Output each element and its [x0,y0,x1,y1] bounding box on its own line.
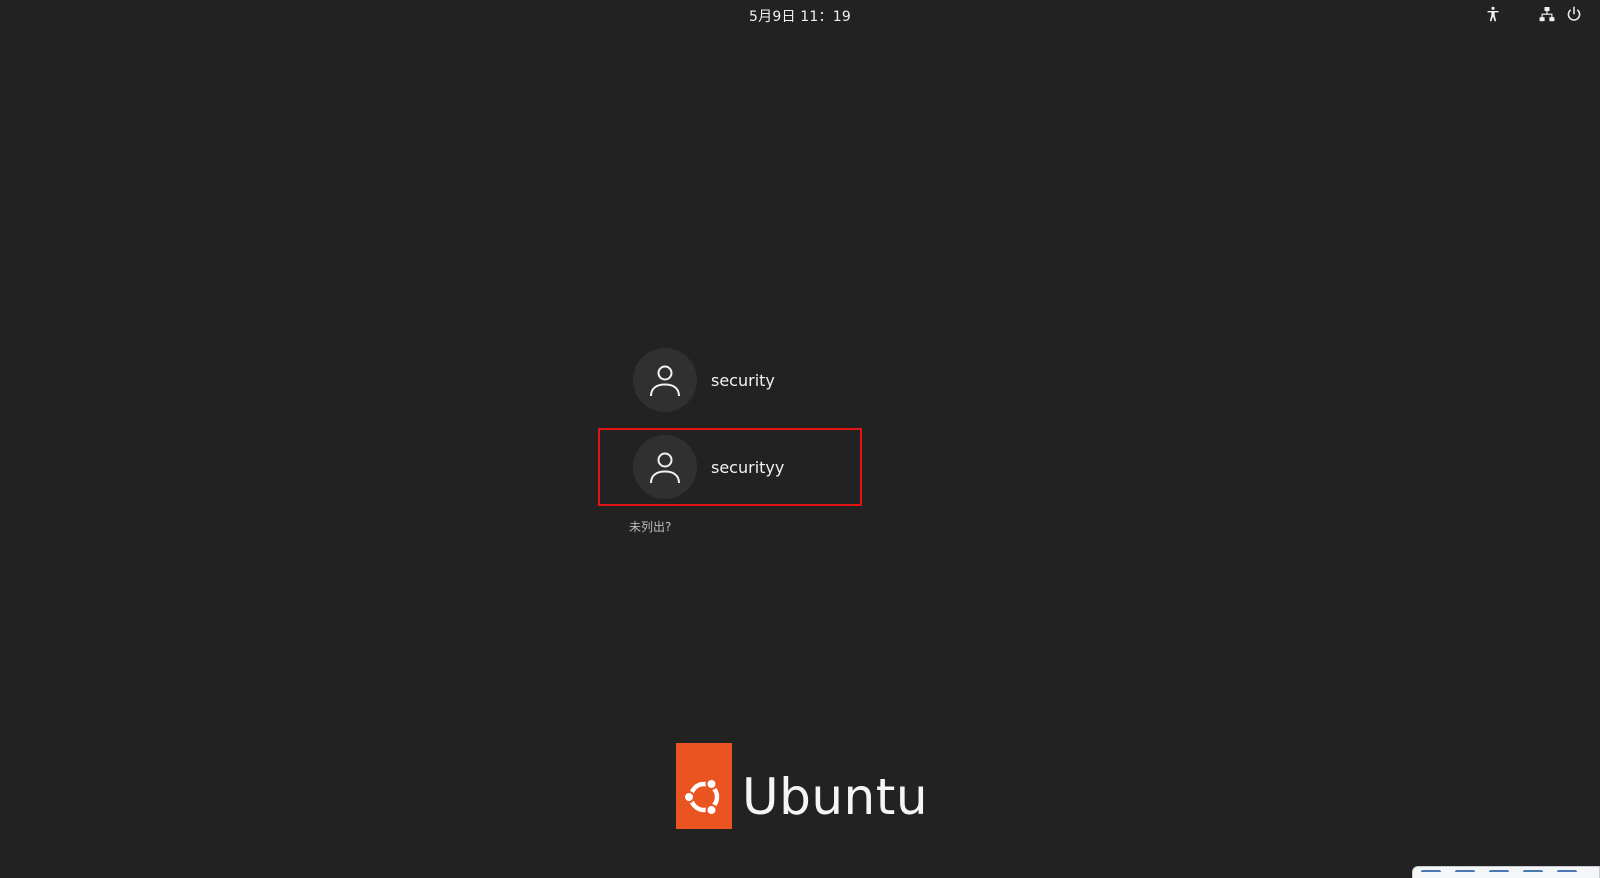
top-bar: 5月9日 11：19 [0,0,1600,30]
toolbar-button[interactable] [1421,870,1441,878]
user-item-security[interactable]: security [600,343,860,417]
toolbar-button[interactable] [1523,870,1543,878]
accessibility-icon[interactable] [1482,3,1504,25]
user-name: security [711,370,775,390]
user-item-securityy[interactable]: securityy [598,428,862,506]
user-icon [633,435,697,499]
user-icon [633,348,697,412]
power-icon[interactable] [1563,3,1585,25]
toolbar-button[interactable] [1455,870,1475,878]
ubuntu-wordmark: Ubuntu [742,768,929,826]
ubuntu-circle-of-friends-icon [676,743,732,829]
floating-toolbar [1412,866,1600,878]
ubuntu-logo: Ubuntu [676,743,928,829]
clock[interactable]: 5月9日 11：19 [0,6,1600,26]
network-icon[interactable] [1536,3,1558,25]
user-list: security securityy [598,343,862,517]
toolbar-button[interactable] [1489,870,1509,878]
toolbar-button[interactable] [1557,870,1577,878]
user-name: securityy [711,457,785,477]
not-listed-link[interactable]: 未列出? [629,518,671,535]
login-screen: 5月9日 11：19 security securityy 未列出? Ubunt… [0,0,1600,878]
